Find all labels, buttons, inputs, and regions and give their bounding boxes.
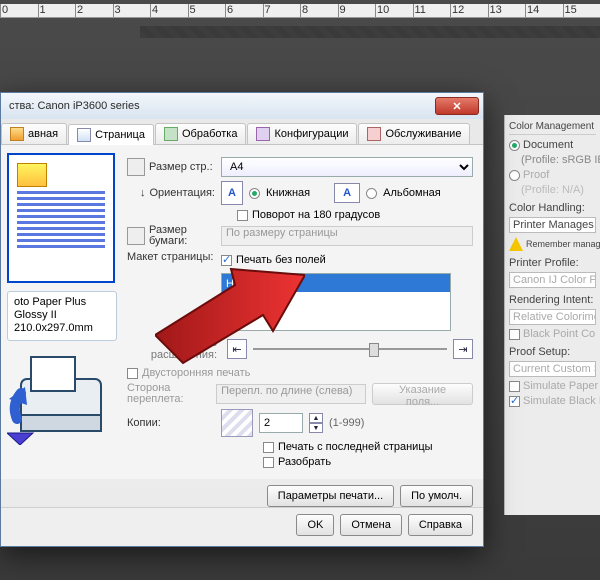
cm-rendering-select[interactable]: Relative Colorimetric <box>509 309 596 325</box>
warning-icon <box>509 237 523 251</box>
collate-check[interactable] <box>263 457 274 468</box>
help-button[interactable]: Справка <box>408 514 473 536</box>
layout-option[interactable] <box>222 310 450 328</box>
orientation-landscape-label: Альбомная <box>383 187 441 199</box>
printer-illustration <box>7 349 115 445</box>
extension-label: епень расширения: <box>127 337 217 361</box>
tab-service[interactable]: Обслуживание <box>358 123 470 144</box>
tab-page[interactable]: Страница <box>68 124 154 145</box>
window-title: ства: Canon iP3600 series <box>5 100 435 112</box>
pagesize-icon <box>127 158 145 176</box>
collate-label: Разобрать <box>278 456 331 468</box>
preview-column: oto Paper Plus Glossy II 210.0x297.0mm <box>1 145 123 479</box>
tab-configurations[interactable]: Конфигурации <box>247 123 357 144</box>
cm-proof-setup-label: Proof Setup: <box>509 346 596 358</box>
cancel-button[interactable]: Отмена <box>340 514 401 536</box>
page-preview <box>7 153 115 283</box>
reverse-order-label: Печать с последней страницы <box>278 441 433 453</box>
orientation-label: ↓Ориентация: <box>127 187 215 199</box>
processing-icon <box>164 127 178 141</box>
binding-label: Сторонапереплета: <box>127 383 210 405</box>
page-form: Размер стр.: A4 ↓Ориентация: A Книжная A… <box>123 145 483 479</box>
canvas-peek <box>140 26 600 38</box>
service-icon <box>367 127 381 141</box>
rotate-180-label: Поворот на 180 градусов <box>252 209 380 221</box>
reverse-order-check[interactable] <box>263 442 274 453</box>
layout-listbox[interactable]: Норм. размер <box>221 273 451 331</box>
pagesize-select[interactable]: A4 <box>221 157 473 177</box>
copies-up-button[interactable]: ▲ <box>309 413 323 423</box>
cm-document-profile: (Profile: sRGB IE <box>509 154 596 166</box>
cm-proof-profile: (Profile: N/A) <box>509 184 596 196</box>
pagesize-label: Размер стр.: <box>127 158 215 176</box>
orientation-landscape-icon: A <box>334 183 360 203</box>
print-params-button[interactable]: Параметры печати... <box>267 485 394 507</box>
window-close-button[interactable]: ✕ <box>435 97 479 115</box>
app-ruler: 0123456789101112131415 <box>0 4 600 18</box>
layout-option[interactable] <box>222 292 450 310</box>
defaults-button[interactable]: По умолч. <box>400 485 473 507</box>
printer-properties-dialog: ства: Canon iP3600 series ✕ авная Страни… <box>0 92 484 547</box>
duplex-label: Двусторонняя печать <box>142 367 250 379</box>
page-icon <box>77 128 91 142</box>
paper-description: oto Paper Plus Glossy II 210.0x297.0mm <box>7 291 117 341</box>
margin-button[interactable]: Указание поля... <box>372 383 473 405</box>
rotate-180-check[interactable] <box>237 210 248 221</box>
copies-down-button[interactable]: ▼ <box>309 423 323 433</box>
orientation-landscape-radio[interactable] <box>366 188 377 199</box>
borderless-label: Печать без полей <box>236 254 326 266</box>
cm-document-radio[interactable]: Document <box>509 139 596 151</box>
copies-range: (1-999) <box>329 417 364 429</box>
papersize-label: Размербумаги: <box>127 225 215 247</box>
extension-slider[interactable] <box>253 348 447 350</box>
cm-sim-black-check[interactable]: Simulate Black I <box>509 395 596 407</box>
tab-processing[interactable]: Обработка <box>155 123 246 144</box>
cm-handling-select[interactable]: Printer Manages Co <box>509 217 596 233</box>
cm-sim-paper-check[interactable]: Simulate Paper <box>509 380 596 392</box>
copies-label: Копии: <box>127 417 215 429</box>
config-icon <box>256 127 270 141</box>
cm-printer-profile-select[interactable]: Canon IJ Color Prin <box>509 272 596 288</box>
orientation-portrait-radio[interactable] <box>249 188 260 199</box>
cm-printer-profile-label: Printer Profile: <box>509 257 596 269</box>
cm-handling-label: Color Handling: <box>509 202 596 214</box>
extension-min-button[interactable]: ⇤ <box>227 339 247 359</box>
duplex-check[interactable] <box>127 368 138 379</box>
borderless-check[interactable] <box>221 255 232 266</box>
layout-label: Макет страницы: <box>127 251 215 263</box>
ok-button[interactable]: OK <box>296 514 334 536</box>
cm-rendering-label: Rendering Intent: <box>509 294 596 306</box>
tab-strip: авная Страница Обработка Конфигурации Об… <box>1 119 483 145</box>
orientation-portrait-icon: A <box>221 181 243 205</box>
papersize-icon <box>127 227 145 245</box>
main-icon <box>10 127 24 141</box>
copies-icon <box>221 409 253 437</box>
cm-heading: Color Management <box>509 121 596 135</box>
cm-bpc-check[interactable]: Black Point Co <box>509 328 596 340</box>
copies-input[interactable] <box>259 413 303 433</box>
tab-main[interactable]: авная <box>1 123 67 144</box>
cm-proof-radio[interactable]: Proof <box>509 169 596 181</box>
titlebar: ства: Canon iP3600 series ✕ <box>1 93 483 119</box>
cm-proof-setup-select[interactable]: Current Custom Set <box>509 361 596 377</box>
binding-select[interactable]: Перепл. по длине (слева) <box>216 384 366 404</box>
papersize-select[interactable]: По размеру страницы <box>221 226 473 246</box>
color-management-panel: Color Management Document (Profile: sRGB… <box>504 115 600 515</box>
extension-max-button[interactable]: ⇥ <box>453 339 473 359</box>
layout-option-selected[interactable]: Норм. размер <box>222 274 450 292</box>
orientation-portrait-label: Книжная <box>266 187 310 199</box>
cm-remember-row: Remember managem <box>509 237 596 251</box>
